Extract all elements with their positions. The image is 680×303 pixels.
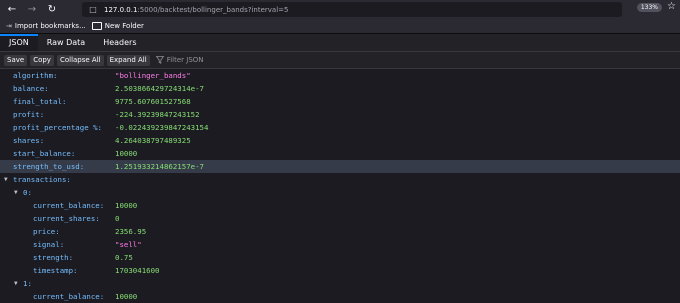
copy-button[interactable]: Copy	[30, 54, 54, 66]
collapse-all-button[interactable]: Collapse All	[56, 54, 104, 66]
row-key: profit_percentage %:	[13, 123, 102, 132]
tree-row-index-1[interactable]: ▼ 1:	[0, 277, 680, 290]
row-key: signal:	[33, 240, 65, 249]
row-value: 0	[115, 214, 120, 223]
reload-icon[interactable]: ↻	[44, 2, 60, 18]
tree-row-transactions[interactable]: ▼ transactions:	[0, 173, 680, 186]
tree-row-index-0[interactable]: ▼ 0:	[0, 186, 680, 199]
filter-icon	[155, 56, 164, 64]
tree-row[interactable]: shares: 4.264038797489325	[0, 134, 680, 147]
tree-row[interactable]: price: 2356.95	[0, 225, 680, 238]
row-value: 1703041600	[115, 266, 160, 275]
json-tree: algorithm: "bollinger_bands" balance: 2.…	[0, 69, 680, 301]
page-info-icon[interactable]: □	[88, 5, 98, 15]
row-value: 0.75	[115, 253, 133, 262]
row-key: balance:	[13, 84, 49, 93]
tree-row[interactable]: timestamp: 1703041600	[0, 264, 680, 277]
json-toolbar: Save Copy Collapse All Expand All Filter…	[0, 52, 680, 69]
expand-triangle-icon[interactable]: ▼	[14, 186, 18, 199]
bookmark-label: Import bookmarks...	[14, 22, 86, 30]
row-key: shares:	[13, 136, 45, 145]
tree-row[interactable]: balance: 2.503866429724314e-7	[0, 82, 680, 95]
browser-toolbar: ← → ↻ □ 127.0.0.1:5000/backtest/bollinge…	[0, 0, 680, 19]
row-value: 2.503866429724314e-7	[115, 84, 204, 93]
row-value: 10000	[115, 149, 138, 158]
row-key: start_balance:	[13, 149, 76, 158]
expand-all-button[interactable]: Expand All	[106, 54, 150, 66]
url-bar[interactable]: □ 127.0.0.1:5000/backtest/bollinger_band…	[82, 2, 622, 17]
row-key: current_balance:	[33, 201, 105, 210]
row-key: transactions:	[13, 175, 71, 184]
row-key: current_shares:	[33, 214, 100, 223]
expand-triangle-icon[interactable]: ▼	[14, 277, 18, 290]
import-icon: ⇥	[6, 22, 12, 30]
tree-row[interactable]: algorithm: "bollinger_bands"	[0, 69, 680, 82]
tree-row[interactable]: signal: "sell"	[0, 238, 680, 251]
row-value: "bollinger_bands"	[115, 71, 191, 80]
zoom-level-badge[interactable]: 133%	[636, 3, 662, 12]
row-value: 2356.95	[115, 227, 147, 236]
row-key: 1:	[23, 279, 32, 288]
url-text[interactable]: 127.0.0.1:5000/backtest/bollinger_bands?…	[104, 6, 288, 14]
tab-headers[interactable]: Headers	[94, 34, 145, 51]
row-value: -224.39239847243152	[115, 110, 200, 119]
row-key: strength_to_usd:	[13, 162, 85, 171]
row-key: algorithm:	[13, 71, 58, 80]
tree-row[interactable]: final_total: 9775.607601527568	[0, 95, 680, 108]
row-key: 0:	[23, 188, 32, 197]
row-value: "sell"	[115, 240, 142, 249]
bookmark-import[interactable]: ⇥ Import bookmarks...	[6, 22, 86, 30]
bookmark-star-icon[interactable]: ☆	[667, 1, 676, 12]
save-button[interactable]: Save	[4, 54, 28, 66]
filter-json-input[interactable]: Filter JSON	[155, 56, 204, 64]
tree-row[interactable]: profit_percentage %: -0.0224392398472431…	[0, 121, 680, 134]
back-icon[interactable]: ←	[4, 2, 20, 18]
tree-row-selected[interactable]: strength_to_usd: 1.251933214862157e-7	[0, 160, 680, 173]
bookmark-new-folder[interactable]: New Folder	[91, 22, 144, 30]
row-key: price:	[33, 227, 60, 236]
forward-icon[interactable]: →	[24, 2, 40, 18]
viewer-tabs: JSON Raw Data Headers	[0, 34, 680, 52]
bookmarks-bar: ⇥ Import bookmarks... New Folder	[0, 19, 680, 34]
row-value: 10000	[115, 201, 138, 210]
row-value: 1.251933214862157e-7	[115, 162, 204, 171]
tab-raw-data[interactable]: Raw Data	[38, 34, 94, 51]
folder-icon	[91, 22, 102, 30]
row-value: 4.264038797489325	[115, 136, 191, 145]
row-value: 9775.607601527568	[115, 97, 191, 106]
row-value: -0.022439239847243154	[115, 123, 209, 132]
tab-json[interactable]: JSON	[0, 34, 38, 51]
bookmark-label: New Folder	[104, 22, 144, 30]
expand-triangle-icon[interactable]: ▼	[4, 173, 8, 186]
tree-row[interactable]: current_balance: 10000	[0, 199, 680, 212]
tree-row[interactable]: start_balance: 10000	[0, 147, 680, 160]
row-key: strength:	[33, 253, 74, 262]
filter-placeholder: Filter JSON	[166, 56, 204, 64]
tree-row[interactable]: profit: -224.39239847243152	[0, 108, 680, 121]
row-key: final_total:	[13, 97, 67, 106]
tree-row[interactable]: strength: 0.75	[0, 251, 680, 264]
row-key: timestamp:	[33, 266, 78, 275]
row-key: profit:	[13, 110, 45, 119]
tree-row[interactable]: current_shares: 0	[0, 212, 680, 225]
